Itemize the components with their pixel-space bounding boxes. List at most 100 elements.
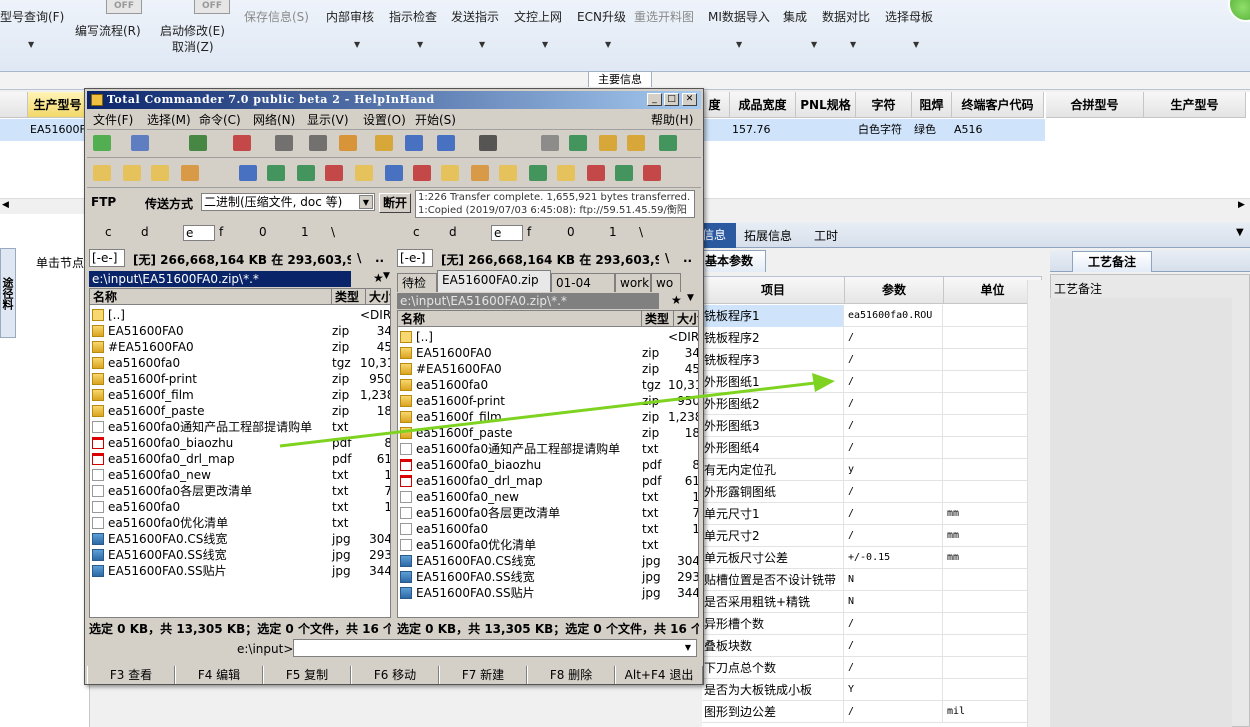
params-row[interactable]: 是否采用粗铣+精铣 N <box>702 591 1042 613</box>
grid-header-char[interactable]: 字符 <box>856 92 912 118</box>
tc-toolbar-icon[interactable] <box>375 135 393 151</box>
param-value[interactable]: / <box>845 415 943 437</box>
param-value[interactable]: N <box>845 569 943 591</box>
fkey-button-0[interactable]: F3 查看 <box>87 666 175 684</box>
params-row[interactable]: 贴槽位置是否不设计铣带 N <box>702 569 1042 591</box>
list-item[interactable]: EA51600FA0.SS贴片 <box>92 563 332 579</box>
list-item[interactable]: #EA51600FA0 <box>400 361 640 377</box>
tab-dropdown-icon[interactable]: ▼ <box>1236 227 1244 238</box>
list-item[interactable]: ea51600fa0优化清单 <box>400 537 640 553</box>
list-item[interactable]: ea51600fa0_new <box>92 467 332 483</box>
tc-quick-icon[interactable] <box>413 165 431 181</box>
tc-quick-icon[interactable] <box>557 165 575 181</box>
toolbar-item-5[interactable]: 指示检查 <box>389 8 437 25</box>
drive-button-1[interactable]: 1 <box>609 225 617 239</box>
scroll-right-icon[interactable]: ▶ <box>1238 200 1245 210</box>
tc-toolbar-icon[interactable] <box>189 135 207 151</box>
toolbar-dropdown-icon[interactable]: ▼ <box>417 40 423 49</box>
param-value[interactable]: / <box>845 393 943 415</box>
list-item[interactable]: ea51600fa0_drl_map <box>92 451 332 467</box>
list-item[interactable]: ea51600fa0 <box>92 355 332 371</box>
params-row[interactable]: 外形图纸4/ <box>702 437 1042 459</box>
tc-quick-icon[interactable] <box>587 165 605 181</box>
toolbar-item-6[interactable]: 发送指示 <box>451 8 499 25</box>
left-drive-select[interactable]: [-e-] <box>89 249 125 267</box>
list-item[interactable]: EA51600FA0.SS线宽 <box>92 547 332 563</box>
chevron-down-icon[interactable]: ▼ <box>359 195 373 209</box>
tc-quick-icon[interactable] <box>643 165 661 181</box>
tc-quick-icon[interactable] <box>385 165 403 181</box>
command-dropdown-icon[interactable]: ▼ <box>681 641 695 655</box>
params-row[interactable]: 外形露铜图纸 / <box>702 481 1042 503</box>
drive-button-e[interactable]: e <box>183 225 215 241</box>
grid-header-pnl[interactable]: PNL规格 <box>796 92 856 118</box>
list-item[interactable]: ea51600f_film <box>400 409 640 425</box>
right-parent-button[interactable]: .. <box>683 251 692 265</box>
params-row[interactable]: 单元尺寸2/mm <box>702 525 1042 547</box>
toolbar-dropdown-icon[interactable]: ▼ <box>811 40 817 49</box>
grid-header-width[interactable]: 度 <box>700 92 730 118</box>
drive-button-\[interactable]: \ <box>331 225 335 239</box>
right-root-button[interactable]: \ <box>665 251 669 265</box>
drive-button-d[interactable]: d <box>141 225 149 239</box>
params-row[interactable]: 下刀点总个数 / <box>702 657 1042 679</box>
tc-toolbar-icon[interactable] <box>599 135 617 151</box>
param-value[interactable]: / <box>845 481 943 503</box>
tc-menu-item-6[interactable]: 开始(S) <box>415 111 456 128</box>
drive-button-1[interactable]: 1 <box>301 225 309 239</box>
list-item[interactable]: ea51600fa0通知产品工程部提请购单 <box>92 419 332 435</box>
maximize-icon[interactable]: □ <box>664 93 679 106</box>
param-value[interactable]: / <box>845 437 943 459</box>
param-value[interactable]: / <box>845 635 943 657</box>
params-row[interactable]: 外形图纸3/ <box>702 415 1042 437</box>
list-item[interactable]: #EA51600FA0 <box>92 339 332 355</box>
tc-folder-tab-2[interactable]: 01-04 <box>551 273 615 292</box>
tc-quick-icon[interactable] <box>471 165 489 181</box>
cancel-button[interactable]: 取消(Z) <box>172 38 214 55</box>
scroll-left-icon[interactable]: ◀ <box>2 200 9 210</box>
off-toggle-1[interactable]: OFF <box>106 0 142 14</box>
list-item[interactable]: ea51600fa0优化清单 <box>92 515 332 531</box>
tc-toolbar-icon[interactable] <box>569 135 587 151</box>
tc-toolbar-icon[interactable] <box>233 135 251 151</box>
tc-toolbar-icon[interactable] <box>93 135 111 151</box>
grid-header-model[interactable]: 生产型号 <box>28 92 88 118</box>
tab-work-hours[interactable]: 工时 <box>814 227 838 244</box>
toolbar-item-1[interactable]: 编写流程(R) <box>75 22 141 39</box>
param-value[interactable]: / <box>845 657 943 679</box>
list-item[interactable]: ea51600fa0_new <box>400 489 640 505</box>
fkey-button-2[interactable]: F5 复制 <box>263 666 351 684</box>
list-item[interactable]: ea51600fa0各层更改清单 <box>400 505 640 521</box>
grid-header-product-width[interactable]: 成品宽度 <box>730 92 796 118</box>
params-row[interactable]: 单元尺寸1/mm <box>702 503 1042 525</box>
list-item[interactable]: EA51600FA0 <box>400 345 640 361</box>
param-value[interactable]: ea51600fa0.ROU <box>845 305 943 327</box>
list-item[interactable]: ea51600fa0各层更改清单 <box>92 483 332 499</box>
toolbar-item-9[interactable]: 重选开料图 <box>634 8 694 25</box>
grid-header-customer[interactable]: 终端客户代码 <box>952 92 1044 118</box>
params-row[interactable]: 铣板程序2/ <box>702 327 1042 349</box>
tc-quick-icon[interactable] <box>325 165 343 181</box>
param-value[interactable]: / <box>845 613 943 635</box>
param-value[interactable]: / <box>845 371 943 393</box>
right-col-type[interactable]: 类型 <box>642 311 674 327</box>
drive-button-c[interactable]: c <box>105 225 112 239</box>
tc-folder-tab-1[interactable]: EA51600FA0.zip <box>437 270 551 292</box>
left-parent-button[interactable]: .. <box>375 251 384 265</box>
params-row[interactable]: 铣板程序3/ <box>702 349 1042 371</box>
param-value[interactable]: / <box>845 503 943 525</box>
tc-quick-icon[interactable] <box>441 165 459 181</box>
grid-header-mask[interactable]: 阻焊 <box>912 92 952 118</box>
list-item[interactable]: ea51600f_film <box>92 387 332 403</box>
toolbar-dropdown-icon[interactable]: ▼ <box>479 40 485 49</box>
list-item[interactable]: ea51600fa0_biaozhu <box>400 457 640 473</box>
tc-menu-item-1[interactable]: 选择(M) <box>147 111 191 128</box>
toolbar-item-12[interactable]: 数据对比 <box>822 8 870 25</box>
param-value[interactable]: +/-0.15 <box>845 547 943 569</box>
left-file-panel[interactable]: 名称 类型 大小 [..] <DIR> EA51600FA0 zip 34 #EA5160… <box>89 288 391 618</box>
tc-quick-icon[interactable] <box>123 165 141 181</box>
params-row[interactable]: 叠板块数 / <box>702 635 1042 657</box>
right-col-size[interactable]: 大小 <box>674 311 698 327</box>
list-item[interactable]: EA51600FA0.SS线宽 <box>400 569 640 585</box>
drive-button-0[interactable]: 0 <box>259 225 267 239</box>
